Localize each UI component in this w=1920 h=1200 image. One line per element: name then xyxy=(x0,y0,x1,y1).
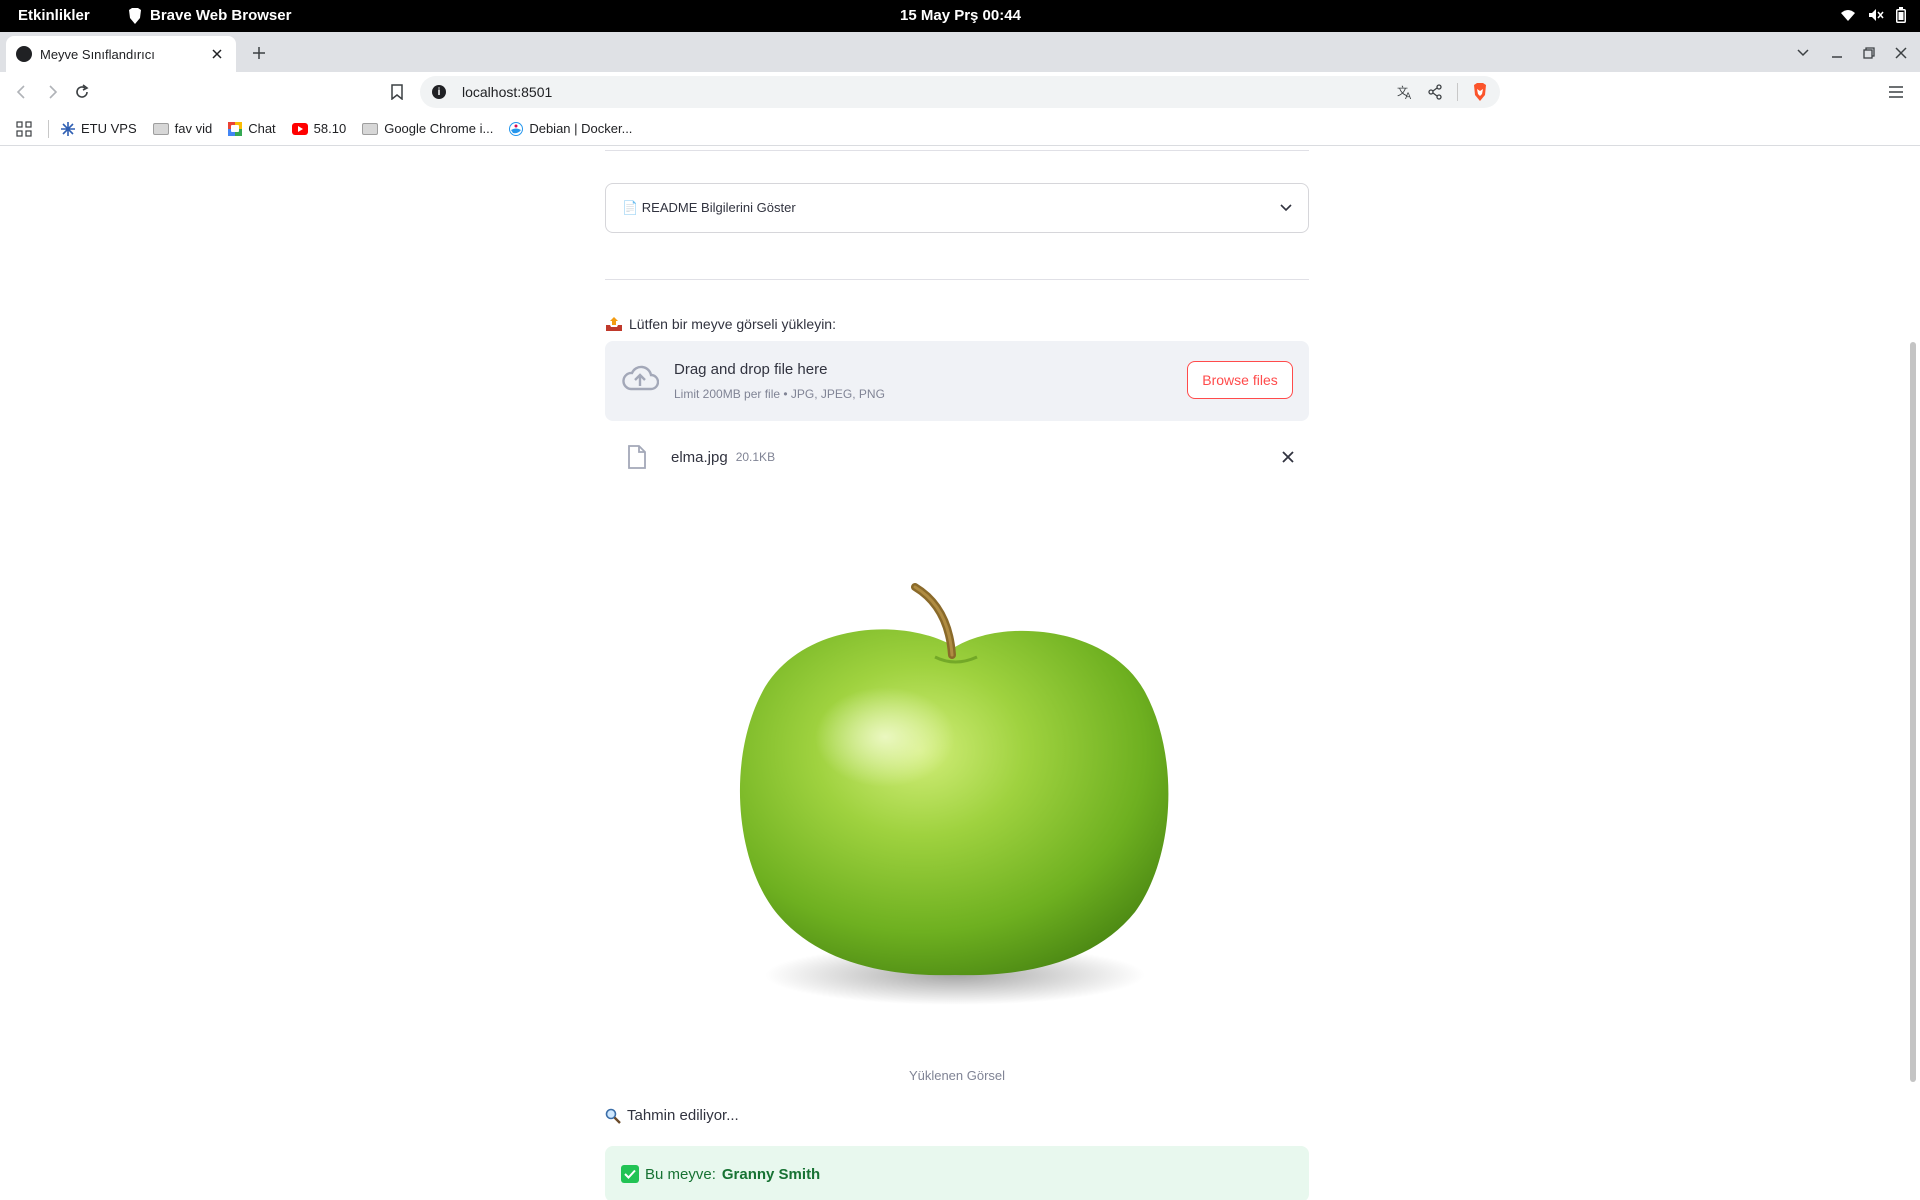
dropzone-limit: Limit 200MB per file • JPG, JPEG, PNG xyxy=(674,387,885,401)
top-divider xyxy=(605,150,1309,151)
page-scrollbar[interactable] xyxy=(1910,342,1916,1082)
bookmark-label: Google Chrome i... xyxy=(384,121,494,136)
bookmark-fav-vid[interactable]: fav vid xyxy=(152,121,213,136)
file-dropzone[interactable]: Drag and drop file here Limit 200MB per … xyxy=(605,341,1309,421)
hamburger-icon xyxy=(1889,86,1903,98)
favicon-icon xyxy=(16,46,32,62)
forward-button[interactable] xyxy=(40,80,64,104)
bookmark-label: Debian | Docker... xyxy=(529,121,633,136)
file-size: 20.1KB xyxy=(735,450,776,464)
outbox-tray-icon xyxy=(606,317,622,331)
tab-close-icon[interactable] xyxy=(208,45,226,63)
bookmark-label: ETU VPS xyxy=(81,121,137,136)
brave-lion-icon xyxy=(129,7,141,24)
predicting-text: Tahmin ediliyor... xyxy=(627,1107,739,1124)
docker-icon xyxy=(509,121,524,136)
system-top-bar: Etkinlikler Brave Web Browser 15 May Prş… xyxy=(0,0,1920,32)
share-icon[interactable] xyxy=(1427,84,1443,100)
battery-icon xyxy=(1896,7,1906,23)
arrow-right-icon xyxy=(49,85,58,99)
uploaded-image xyxy=(605,507,1309,1197)
file-name: elma.jpg xyxy=(671,448,728,466)
restore-icon xyxy=(1863,47,1875,59)
arrow-left-icon xyxy=(16,85,25,99)
url-text[interactable]: localhost:8501 xyxy=(462,84,552,100)
bookmark-etu-vps[interactable]: ETU VPS xyxy=(61,121,137,136)
apps-grid-icon xyxy=(16,120,32,137)
tab-search-button[interactable] xyxy=(1792,42,1814,64)
dropzone-title: Drag and drop file here xyxy=(674,361,828,378)
speaker-muted-icon xyxy=(1869,9,1884,21)
minimize-icon xyxy=(1832,56,1842,58)
bookmark-debian-docker[interactable]: Debian | Docker... xyxy=(509,121,632,136)
bookmark-label: 58.10 xyxy=(313,121,347,136)
readme-expander-label: 📄 README Bilgilerini Göster xyxy=(622,200,796,215)
folder-icon xyxy=(152,122,169,135)
browser-toolbar: i localhost:8501 文A xyxy=(0,72,1920,112)
close-window-button[interactable] xyxy=(1890,42,1912,64)
plus-icon xyxy=(253,47,265,59)
result-value: Granny Smith xyxy=(721,1165,821,1183)
image-caption: Yüklenen Görsel xyxy=(908,1068,1006,1083)
upload-label-text: Lütfen bir meyve görseli yükleyin: xyxy=(629,316,836,332)
back-button[interactable] xyxy=(10,80,34,104)
bookmarks-bar: ETU VPS fav vid Chat 58.10 Google Chrome… xyxy=(0,112,1920,146)
cloud-upload-icon xyxy=(622,365,659,391)
activities-button[interactable]: Etkinlikler xyxy=(18,7,90,24)
chevron-down-icon xyxy=(1280,204,1292,212)
bookmark-google-chrome[interactable]: Google Chrome i... xyxy=(362,121,493,136)
uploaded-file-row: elma.jpg 20.1KB xyxy=(605,435,1309,479)
bookmarks-divider xyxy=(48,119,49,138)
chevron-down-icon xyxy=(1797,49,1809,57)
apps-button[interactable] xyxy=(16,120,32,137)
tab-meyve-siniflandirici[interactable]: Meyve Sınıflandırıcı xyxy=(6,36,236,72)
file-icon xyxy=(628,445,646,469)
main-menu-button[interactable] xyxy=(1884,80,1908,104)
translate-icon[interactable]: 文A xyxy=(1397,84,1413,100)
site-info-icon[interactable]: i xyxy=(432,85,446,99)
bookmark-label: fav vid xyxy=(174,121,213,136)
bookmark-icon xyxy=(391,84,403,100)
tab-strip: Meyve Sınıflandırıcı xyxy=(0,32,1920,72)
url-divider xyxy=(1457,83,1458,101)
clock[interactable]: 15 May Prş 00:44 xyxy=(900,7,1021,24)
restore-button[interactable] xyxy=(1858,42,1880,64)
bookmark-58-10[interactable]: 58.10 xyxy=(291,121,347,136)
wifi-icon xyxy=(1841,10,1855,21)
bookmark-chat[interactable]: Chat xyxy=(228,121,276,136)
bookmark-label: Chat xyxy=(248,121,276,136)
snowflake-icon xyxy=(61,121,75,136)
green-apple-image xyxy=(739,583,1169,1005)
predicting-status: Tahmin ediliyor... xyxy=(605,1107,739,1124)
folder-icon xyxy=(362,122,379,135)
browse-files-button[interactable]: Browse files xyxy=(1187,361,1293,399)
youtube-icon xyxy=(291,122,308,135)
app-menu[interactable]: Brave Web Browser xyxy=(128,7,291,24)
result-prefix: Bu meyve: xyxy=(645,1165,716,1183)
prediction-result-box: Bu meyve: Granny Smith xyxy=(605,1146,1309,1200)
upload-label: Lütfen bir meyve görseli yükleyin: xyxy=(605,316,836,332)
brave-shields-icon[interactable] xyxy=(1472,83,1488,101)
page-content: 📄 README Bilgilerini Göster Lütfen bir m… xyxy=(0,147,1920,1200)
app-name: Brave Web Browser xyxy=(150,7,292,24)
bookmark-button[interactable] xyxy=(386,80,408,104)
reload-button[interactable] xyxy=(70,80,94,104)
section-divider xyxy=(605,279,1309,280)
magnifier-icon xyxy=(605,1108,621,1124)
new-tab-button[interactable] xyxy=(248,42,270,64)
system-tray[interactable] xyxy=(1840,7,1906,23)
address-bar[interactable]: i localhost:8501 文A xyxy=(420,76,1500,108)
tab-title: Meyve Sınıflandırıcı xyxy=(40,46,155,62)
minimize-button[interactable] xyxy=(1826,42,1848,64)
close-icon xyxy=(1895,47,1907,59)
reload-icon xyxy=(76,84,89,98)
chat-icon xyxy=(228,121,243,136)
remove-file-icon[interactable] xyxy=(1281,450,1295,464)
check-mark-icon xyxy=(621,1165,639,1183)
readme-expander[interactable]: 📄 README Bilgilerini Göster xyxy=(605,183,1309,233)
svg-text:A: A xyxy=(1405,92,1412,100)
